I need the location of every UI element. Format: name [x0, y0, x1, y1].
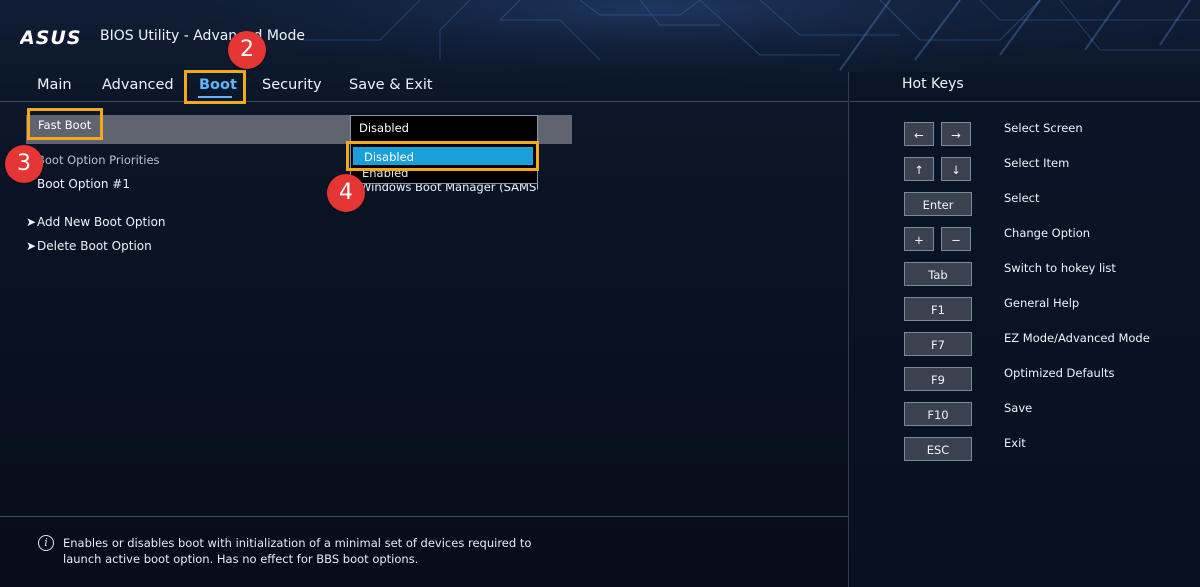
boot-tab-highlight: [184, 70, 246, 104]
add-new-boot-option-label: Add New Boot Option: [37, 215, 166, 229]
step-badge-2: 2: [228, 31, 266, 69]
key-f1[interactable]: F1: [904, 297, 972, 321]
hotkey-desc-general-help: General Help: [1004, 296, 1080, 310]
hotkey-desc-save: Save: [1004, 401, 1033, 415]
key-plus[interactable]: +: [904, 227, 934, 251]
delete-boot-option[interactable]: ➤Delete Boot Option: [26, 239, 152, 253]
hotkey-desc-select-item: Select Item: [1004, 156, 1070, 170]
hotkey-desc-ez-mode: EZ Mode/Advanced Mode: [1004, 331, 1150, 345]
bios-title: BIOS Utility - Advanced Mode: [100, 28, 305, 44]
asus-logo: ASUS: [20, 27, 82, 48]
tab-divider: [0, 101, 848, 102]
tab-security[interactable]: Security: [262, 77, 322, 93]
step-badge-3: 3: [5, 145, 43, 183]
key-f7[interactable]: F7: [904, 332, 972, 356]
key-esc[interactable]: ESC: [904, 437, 972, 461]
info-divider: [0, 516, 848, 517]
key-f9[interactable]: F9: [904, 367, 972, 391]
fast-boot-selected-value: Disabled: [359, 121, 409, 135]
key-up[interactable]: ↑: [904, 157, 934, 181]
hotkeys-divider: [850, 101, 1200, 102]
info-icon: i: [38, 535, 54, 551]
boot-priorities-heading: Boot Option Priorities: [37, 153, 160, 167]
hotkey-desc-select-screen: Select Screen: [1004, 121, 1083, 135]
step-badge-4: 4: [327, 174, 365, 212]
tab-advanced[interactable]: Advanced: [102, 77, 174, 93]
key-left[interactable]: ←: [904, 122, 934, 146]
background-graphic: [0, 0, 1200, 587]
hotkey-desc-switch: Switch to hokey list: [1004, 261, 1116, 275]
boot-option-1-label: Boot Option #1: [37, 177, 130, 191]
chevron-right-icon: ➤: [26, 215, 37, 229]
hotkey-desc-exit: Exit: [1004, 436, 1026, 450]
key-right[interactable]: →: [941, 122, 971, 146]
tab-main[interactable]: Main: [37, 77, 72, 93]
delete-boot-option-label: Delete Boot Option: [37, 239, 152, 253]
hotkeys-title: Hot Keys: [902, 76, 964, 92]
disabled-option-highlight: [346, 141, 539, 171]
key-f10[interactable]: F10: [904, 402, 972, 426]
help-text-line-2: launch active boot option. Has no effect…: [63, 552, 419, 566]
hotkey-desc-change-option: Change Option: [1004, 226, 1091, 240]
add-new-boot-option[interactable]: ➤Add New Boot Option: [26, 215, 166, 229]
help-text-line-1: Enables or disables boot with initializa…: [63, 536, 532, 550]
hotkey-desc-optimized-defaults: Optimized Defaults: [1004, 366, 1115, 380]
help-text: Enables or disables boot with initializa…: [63, 535, 563, 567]
tab-save-exit[interactable]: Save & Exit: [349, 77, 433, 93]
key-minus[interactable]: −: [941, 227, 971, 251]
fast-boot-highlight: [27, 108, 103, 140]
key-enter[interactable]: Enter: [904, 192, 972, 216]
key-tab[interactable]: Tab: [904, 262, 972, 286]
key-down[interactable]: ↓: [941, 157, 971, 181]
chevron-right-icon: ➤: [26, 239, 37, 253]
panel-divider: [848, 72, 849, 587]
hotkey-desc-select: Select: [1004, 191, 1040, 205]
svg-text:ASUS: ASUS: [20, 27, 82, 48]
